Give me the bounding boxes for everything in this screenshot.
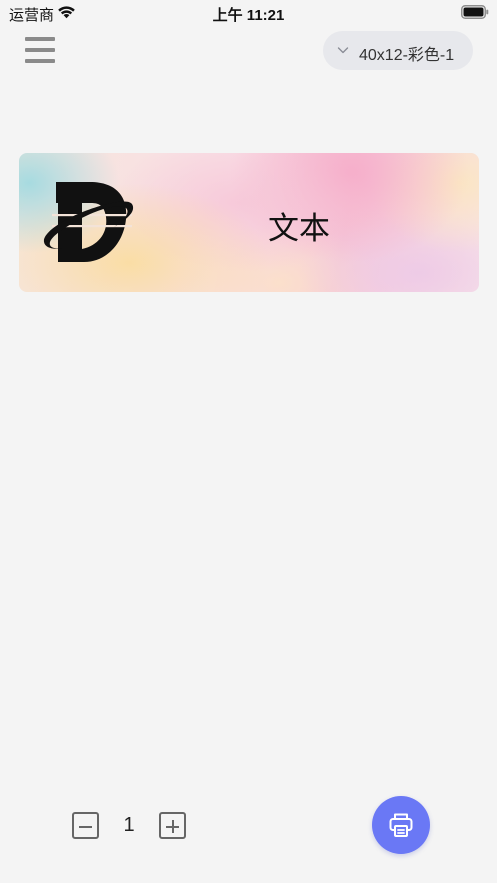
print-button[interactable] — [372, 796, 430, 854]
label-text-element[interactable]: 文本 — [219, 203, 379, 248]
status-time: 上午 11:21 — [212, 7, 285, 24]
plus-square-icon[interactable] — [159, 812, 186, 839]
chevron-down-icon — [337, 47, 349, 54]
logo-icon[interactable] — [42, 179, 134, 267]
copies-count: 1 — [123, 814, 135, 836]
printer-icon — [389, 813, 413, 837]
hamburger-menu-icon[interactable] — [25, 37, 55, 64]
app-screen: 运营商 上午 11:21 40x12-彩色-1 文本 1 — [0, 0, 497, 883]
minus-square-icon[interactable] — [72, 812, 99, 839]
label-preview-canvas[interactable]: 文本 — [19, 153, 479, 292]
battery-icon — [461, 5, 489, 19]
status-bar: 运营商 上午 11:21 — [0, 0, 497, 26]
copies-stepper: 1 — [72, 812, 192, 839]
template-select-value: 40x12-彩色-1 — [359, 47, 455, 64]
template-size-select[interactable]: 40x12-彩色-1 — [323, 31, 473, 70]
